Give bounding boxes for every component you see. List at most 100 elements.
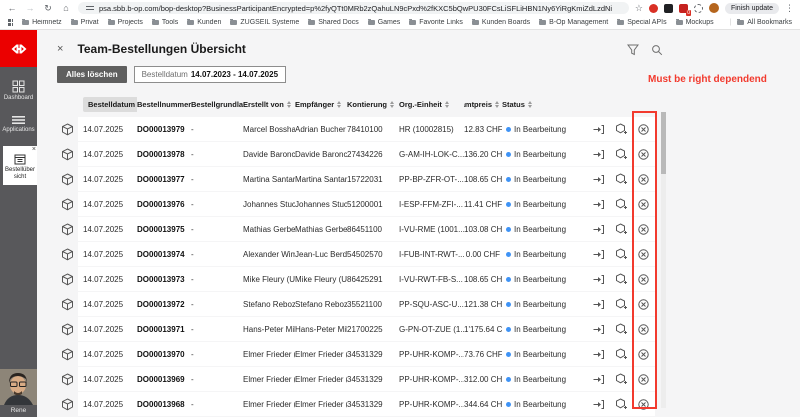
table-row[interactable]: 14.07.2025 DO00013968 - Elmer Frieder (U… xyxy=(57,392,800,416)
table-row[interactable]: 14.07.2025 DO00013975 - Mathias Gerber .… xyxy=(57,217,800,241)
add-package-icon[interactable] xyxy=(615,323,627,335)
bookmark-item[interactable]: Privat xyxy=(71,19,99,26)
search-icon[interactable] xyxy=(651,44,663,56)
sidebar-tab-bestelluebersicht[interactable]: × Bestellübersicht xyxy=(3,146,37,185)
home-icon[interactable]: ⌂ xyxy=(60,3,72,13)
add-package-icon[interactable] xyxy=(615,123,627,135)
finish-update-button[interactable]: Finish update xyxy=(725,3,779,14)
cell-bestellnummer[interactable]: DO00013976 xyxy=(137,200,191,209)
add-package-icon[interactable] xyxy=(615,148,627,160)
sort-icon[interactable] xyxy=(390,101,394,108)
scrollbar-thumb[interactable] xyxy=(661,112,666,174)
cell-bestellnummer[interactable]: DO00013977 xyxy=(137,175,191,184)
table-row[interactable]: 14.07.2025 DO00013979 - Marcel Bosshar..… xyxy=(57,117,800,141)
open-order-icon[interactable] xyxy=(593,399,604,410)
cell-bestellnummer[interactable]: DO00013979 xyxy=(137,125,191,134)
bookmark-item[interactable]: Heimnetz xyxy=(22,19,62,26)
cancel-order-icon[interactable] xyxy=(638,374,649,385)
cell-bestellnummer[interactable]: DO00013969 xyxy=(137,375,191,384)
cell-bestellnummer[interactable]: DO00013978 xyxy=(137,150,191,159)
table-row[interactable]: 14.07.2025 DO00013976 - Johannes Stuck..… xyxy=(57,192,800,216)
sort-icon[interactable] xyxy=(287,101,291,108)
column-header-kontierung[interactable]: Kontierung xyxy=(347,100,399,109)
sort-icon[interactable] xyxy=(495,101,499,108)
column-header-status[interactable]: Status xyxy=(502,100,582,109)
column-header-erstellt-von[interactable]: Erstellt von xyxy=(243,100,295,109)
bookmark-item[interactable]: ZUGSEIL Systeme xyxy=(230,19,299,26)
table-row[interactable]: 14.07.2025 DO00013974 - Alexander Wim...… xyxy=(57,242,800,266)
clear-all-filters-button[interactable]: Alles löschen xyxy=(57,66,127,83)
browser-menu-icon[interactable]: ⋮ xyxy=(785,3,794,14)
bookmark-item[interactable]: Mockups xyxy=(676,19,714,26)
all-bookmarks-button[interactable]: All Bookmarks xyxy=(737,19,792,26)
column-header-empf-nger[interactable]: Empfänger xyxy=(295,100,347,109)
cancel-order-icon[interactable] xyxy=(638,249,649,260)
cancel-order-icon[interactable] xyxy=(638,124,649,135)
cell-bestellnummer[interactable]: DO00013971 xyxy=(137,325,191,334)
add-package-icon[interactable] xyxy=(615,348,627,360)
sort-icon[interactable] xyxy=(528,101,532,108)
cell-bestellnummer[interactable]: DO00013972 xyxy=(137,300,191,309)
cell-bestellnummer[interactable]: DO00013975 xyxy=(137,225,191,234)
column-header-bestellnummer[interactable]: Bestellnummer xyxy=(137,100,191,109)
open-order-icon[interactable] xyxy=(593,174,604,185)
table-row[interactable]: 14.07.2025 DO00013977 - Martina Santan..… xyxy=(57,167,800,191)
cell-bestellnummer[interactable]: DO00013968 xyxy=(137,400,191,409)
date-filter-chip[interactable]: Bestelldatum 14.07.2023 - 14.07.2025 xyxy=(134,66,286,83)
cancel-order-icon[interactable] xyxy=(638,299,649,310)
add-package-icon[interactable] xyxy=(615,248,627,260)
close-tab-icon[interactable]: × xyxy=(32,146,36,153)
bookmark-item[interactable]: Kunden xyxy=(187,19,221,26)
address-bar[interactable]: psa.sbb.b-op.com/bop-desktop?BusinessPar… xyxy=(78,2,629,14)
bookmark-item[interactable]: B-Op Management xyxy=(539,19,608,26)
add-package-icon[interactable] xyxy=(615,173,627,185)
add-package-icon[interactable] xyxy=(615,198,627,210)
bookmark-item[interactable]: Tools xyxy=(152,19,178,26)
table-scrollbar[interactable] xyxy=(661,112,666,408)
cell-bestellnummer[interactable]: DO00013970 xyxy=(137,350,191,359)
cancel-order-icon[interactable] xyxy=(638,399,649,410)
sort-icon[interactable] xyxy=(445,101,449,108)
bookmark-item[interactable]: Kunden Boards xyxy=(472,19,530,26)
open-order-icon[interactable] xyxy=(593,249,604,260)
cancel-order-icon[interactable] xyxy=(638,149,649,160)
bookmark-item[interactable]: Projects xyxy=(108,19,143,26)
cancel-order-icon[interactable] xyxy=(638,324,649,335)
table-row[interactable]: 14.07.2025 DO00013978 - Davide Baronch..… xyxy=(57,142,800,166)
add-package-icon[interactable] xyxy=(615,273,627,285)
bookmark-item[interactable]: Special APIs xyxy=(617,19,666,26)
close-view-icon[interactable]: × xyxy=(57,43,63,55)
sidebar-item-dashboard[interactable]: Dashboard xyxy=(0,80,37,102)
cancel-order-icon[interactable] xyxy=(638,274,649,285)
table-row[interactable]: 14.07.2025 DO00013972 - Stefano Rebozz..… xyxy=(57,292,800,316)
extension-icon-red[interactable] xyxy=(649,4,658,13)
column-header-bestelldatum[interactable]: Bestelldatum xyxy=(83,97,137,112)
add-package-icon[interactable] xyxy=(615,298,627,310)
forward-icon[interactable]: → xyxy=(24,3,36,13)
open-order-icon[interactable] xyxy=(593,324,604,335)
reload-icon[interactable]: ↻ xyxy=(42,3,54,14)
table-row[interactable]: 14.07.2025 DO00013969 - Elmer Frieder (U… xyxy=(57,367,800,391)
tab-groups-icon[interactable] xyxy=(8,19,13,26)
table-row[interactable]: 14.07.2025 DO00013971 - Hans-Peter Mila.… xyxy=(57,317,800,341)
filter-funnel-icon[interactable] xyxy=(627,44,639,56)
add-package-icon[interactable] xyxy=(615,373,627,385)
cell-bestellnummer[interactable]: DO00013974 xyxy=(137,250,191,259)
open-order-icon[interactable] xyxy=(593,374,604,385)
bookmark-item[interactable]: Favorite Links xyxy=(409,19,463,26)
open-order-icon[interactable] xyxy=(593,224,604,235)
cancel-order-icon[interactable] xyxy=(638,199,649,210)
open-order-icon[interactable] xyxy=(593,299,604,310)
table-row[interactable]: 14.07.2025 DO00013973 - Mike Fleury (U2.… xyxy=(57,267,800,291)
add-package-icon[interactable] xyxy=(615,398,627,410)
cancel-order-icon[interactable] xyxy=(638,224,649,235)
bookmark-star-icon[interactable]: ☆ xyxy=(635,3,643,14)
bookmark-item[interactable]: Shared Docs xyxy=(308,19,358,26)
table-row[interactable]: 14.07.2025 DO00013970 - Elmer Frieder (U… xyxy=(57,342,800,366)
browser-profile-avatar[interactable] xyxy=(709,3,719,13)
open-order-icon[interactable] xyxy=(593,199,604,210)
site-info-icon[interactable] xyxy=(86,5,94,11)
open-order-icon[interactable] xyxy=(593,349,604,360)
column-header-gesamtpreis[interactable]: Gesamtpreis xyxy=(464,100,502,109)
bookmark-item[interactable]: Games xyxy=(368,19,401,26)
